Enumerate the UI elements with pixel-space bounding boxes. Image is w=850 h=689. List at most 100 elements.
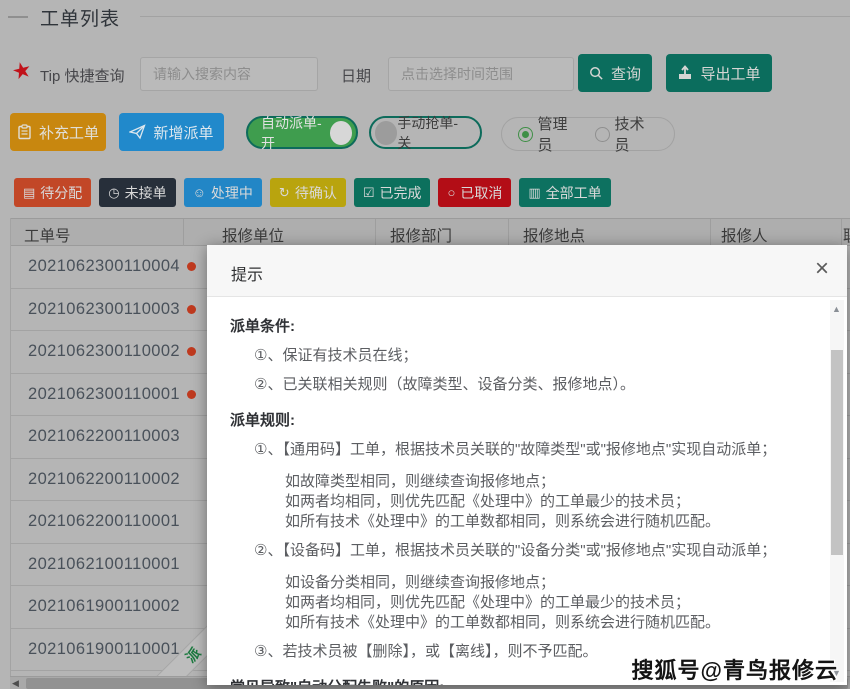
role-radio-label: 管理员 [538,113,581,155]
column-divider [183,219,184,246]
unread-dot-icon [187,347,196,356]
status-tab-row: ▤ 待分配 ◷未接单 ☺ 处理中 ↻ 待确认 ☑ 已完成 ○ 已取消 ▥全部工单 [14,178,611,207]
title-left-rule [8,16,28,18]
modal-text-line: ①、【通用码】工单，根据技术员关联的"故障类型"或"报修地点"实现自动派单； [254,440,827,460]
role-radio[interactable]: 管理员 [518,113,581,155]
modal-body: 派单条件: ①、保证有技术员在线； ②、已关联相关规则（故障类型、设备分类、报修地点… [207,297,827,685]
status-tab[interactable]: ▤ 待分配 [14,178,91,207]
status-tab-label: 已取消 [460,183,502,203]
column-header: 报修单位 [222,224,284,246]
export-icon [677,65,693,81]
role-radio[interactable]: 技术员 [595,113,658,155]
modal-text-line: 如两者均相同，则优先匹配《处理中》的工单最少的技术员； [285,492,827,512]
status-tab-label: 已完成 [379,183,421,203]
search-input[interactable] [140,57,318,91]
circle-icon: ○ [447,186,455,199]
toggle-knob-on-icon [330,121,352,145]
table-header: 工单号 报修单位 报修部门 报修地点 报修人 联 [10,218,850,246]
modal-text-line: 如所有技术《处理中》的工单数都相同，则系统会进行随机匹配。 [285,512,827,532]
shield-check-icon: ☑ [363,186,375,199]
order-number: 2021062200110003 [28,427,180,446]
modal-text-line: 如故障类型相同，则继续查询报修地点； [285,472,827,492]
supplement-button-label: 补充工单 [39,122,99,143]
title-right-rule [140,16,850,17]
order-number: 2021061900110001 [28,640,180,659]
modal-title: 提示 [231,261,263,285]
smiley-icon: ☺ [193,186,206,199]
modal-header: 提示 × [207,245,847,297]
status-tab-label: 未接单 [125,183,167,203]
manual-grab-toggle[interactable]: 手动抢单-关 [369,116,482,149]
tips-modal: 提示 × 派单条件: ①、保证有技术员在线； ②、已关联相关规则（故障类型、设备分类… [207,245,847,685]
scroll-left-arrow-icon[interactable]: ◀ [12,678,19,689]
work-order-page: 工单列表 ★ Tip 快捷查询 日期 查询 导出工单 [0,0,850,689]
status-tab[interactable]: ☺ 处理中 [184,178,262,207]
date-range-input[interactable] [388,57,574,91]
role-radio-group: 管理员技术员 [501,117,675,151]
unread-dot-icon [187,262,196,271]
radio-icon [518,127,533,142]
date-label: 日期 [341,65,371,86]
new-dispatch-button[interactable]: 新增派单 [119,113,224,151]
clipboard-icon: ▤ [23,186,35,199]
order-number: 2021062200110002 [28,470,180,489]
order-number: 2021062200110001 [28,512,180,531]
export-orders-button[interactable]: 导出工单 [666,54,772,92]
order-number: 2021062300110002 [28,342,180,361]
status-tab[interactable]: ◷未接单 [99,178,175,207]
modal-heading: 派单条件: [230,317,827,337]
order-number: 2021062300110004 [28,257,180,276]
new-dispatch-button-label: 新增派单 [153,122,213,143]
manual-grab-toggle-label: 手动抢单-关 [397,113,467,153]
radio-icon [595,127,610,142]
modal-heading: 派单规则: [230,411,827,431]
status-tab[interactable]: ☑ 已完成 [354,178,431,207]
status-tab-label: 待确认 [295,183,337,203]
modal-vertical-scrollbar[interactable]: ▲ ▼ [830,300,844,682]
status-tab-label: 处理中 [211,183,253,203]
status-tab[interactable]: ▥全部工单 [519,178,610,207]
history-icon: ↻ [279,186,290,199]
column-header: 报修部门 [390,224,452,246]
modal-text-line: ①、保证有技术员在线； [254,346,827,366]
supplement-order-button[interactable]: 补充工单 [10,113,106,151]
toggle-knob-off-icon [375,121,397,145]
order-number: 2021062100110001 [28,555,180,574]
status-tab-label: 待分配 [40,183,82,203]
modal-text-line: ②、已关联相关规则（故障类型、设备分类、报修地点）。 [254,375,827,395]
unread-dot-icon [187,305,196,314]
role-radio-label: 技术员 [615,113,658,155]
title-bar: 工单列表 [0,0,850,34]
modal-text-line: 如设备分类相同，则继续查询报修地点； [285,573,827,593]
auto-dispatch-toggle[interactable]: 自动派单-开 [246,116,358,149]
column-header: 工单号 [24,224,71,246]
status-tab[interactable]: ↻ 待确认 [270,178,346,207]
column-header: 报修人 [721,224,768,246]
order-number: 2021062300110003 [28,300,180,319]
status-tab[interactable]: ○ 已取消 [438,178,511,207]
filter-row: ★ Tip 快捷查询 日期 查询 导出工单 [0,52,850,96]
modal-text-line: ②、【设备码】工单，根据技术员关联的"设备分类"或"报修地点"实现自动派单； [254,541,827,561]
column-divider [508,219,509,246]
query-button[interactable]: 查询 [578,54,652,92]
order-number: 2021061900110002 [28,597,180,616]
modal-scrollbar-thumb[interactable] [831,350,843,555]
unread-dot-icon [187,390,196,399]
close-icon[interactable]: × [815,257,829,281]
action-row: 补充工单 新增派单 自动派单-开 手动抢单-关 管理员技术员 [0,110,850,156]
star-icon: ★ [10,58,34,84]
column-divider [710,219,711,246]
watermark: 搜狐号@青鸟报修云 [632,653,838,685]
column-header: 报修地点 [523,224,585,246]
auto-dispatch-toggle-label: 自动派单-开 [261,113,330,153]
status-tab-label: 全部工单 [546,183,602,203]
search-icon [589,66,604,81]
page-title: 工单列表 [40,4,120,31]
modal-text-line: 如两者均相同，则优先匹配《处理中》的工单最少的技术员； [285,593,827,613]
scroll-up-arrow-icon[interactable]: ▲ [832,304,841,314]
query-button-label: 查询 [611,63,641,84]
column-header: 联 [843,224,850,246]
export-button-label: 导出工单 [700,63,760,84]
modal-text-line: 如所有技术《处理中》的工单数都相同，则系统会进行随机匹配。 [285,613,827,633]
quick-query-label: Tip 快捷查询 [40,65,124,86]
